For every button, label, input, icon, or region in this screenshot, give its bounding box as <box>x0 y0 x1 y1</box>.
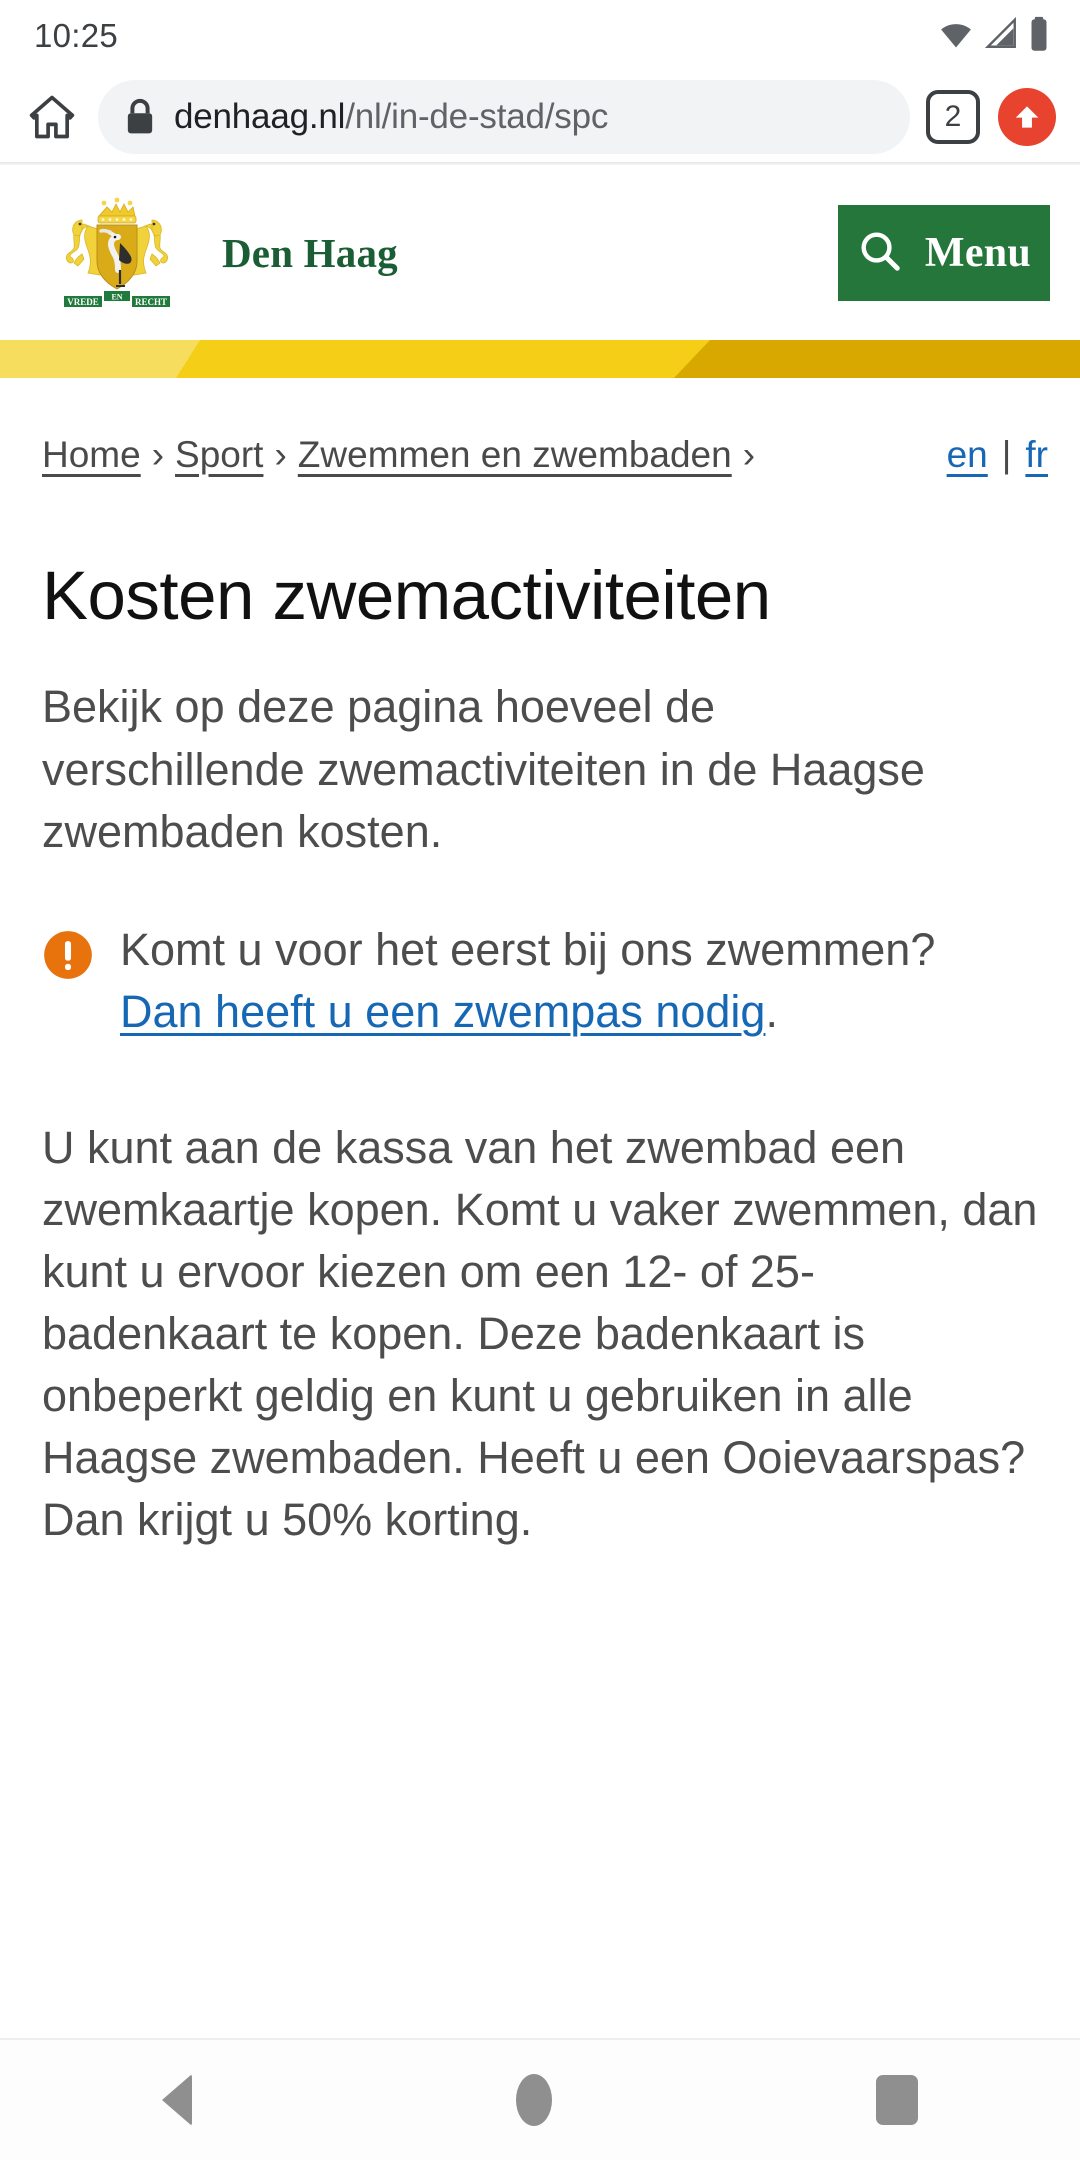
alert-exclamation-icon <box>42 929 94 981</box>
breadcrumb-item-sport[interactable]: Sport <box>175 434 263 476</box>
main-content: Kosten zwemactiviteiten Bekijk op deze p… <box>0 557 1080 1552</box>
breadcrumb-trailing-separator: › <box>742 434 756 475</box>
android-navigation-bar <box>0 2038 1080 2160</box>
url-path: /nl/in-de-stad/spc <box>345 97 609 136</box>
home-icon[interactable] <box>14 79 90 155</box>
breadcrumb-separator: › <box>274 434 287 475</box>
url-text: denhaag.nl/nl/in-de-stad/spc <box>174 97 608 137</box>
motto-banner: VREDE EN RECHT <box>64 291 170 307</box>
breadcrumb: Home › Sport › Zwemmen en zwembaden › en… <box>0 378 1080 476</box>
battery-icon <box>1028 16 1050 57</box>
browser-toolbar: denhaag.nl/nl/in-de-stad/spc 2 <box>0 72 1080 162</box>
page-title: Kosten zwemactiviteiten <box>42 557 771 634</box>
tab-switcher-button[interactable]: 2 <box>926 90 980 144</box>
search-icon <box>857 228 903 277</box>
recents-button[interactable] <box>876 2075 918 2125</box>
site-logo-link[interactable]: VREDE EN RECHT Den Haag <box>42 190 398 315</box>
notice-callout: Komt u voor het eerst bij ons zwemmen? D… <box>42 919 1038 1043</box>
gold-accent-stripe <box>0 340 1080 378</box>
motto-mid: EN <box>111 293 122 302</box>
lock-icon <box>124 98 156 136</box>
back-button[interactable] <box>162 2074 192 2126</box>
den-haag-coat-of-arms-icon: VREDE EN RECHT <box>64 197 170 307</box>
motto-right: RECHT <box>135 297 167 307</box>
status-clock: 10:25 <box>34 17 119 54</box>
notice-text: Komt u voor het eerst bij ons zwemmen? D… <box>120 919 1000 1043</box>
url-domain: denhaag.nl <box>174 97 346 136</box>
wifi-icon <box>936 17 976 56</box>
menu-button[interactable]: Menu <box>838 204 1050 301</box>
notice-text-before: Komt u voor het eerst bij ons zwemmen? <box>120 923 936 975</box>
status-bar: 10:25 <box>0 0 1080 72</box>
language-switcher: en | fr <box>947 434 1048 476</box>
breadcrumb-item-zwemmen-en-zwembaden[interactable]: Zwemmen en zwembaden <box>298 434 732 476</box>
language-link-fr[interactable]: fr <box>1025 434 1048 476</box>
site-name: Den Haag <box>222 229 398 276</box>
language-divider: | <box>1001 434 1012 475</box>
site-header: VREDE EN RECHT Den Haag Menu <box>0 165 1080 340</box>
crown <box>97 197 137 224</box>
language-link-en[interactable]: en <box>947 434 988 476</box>
home-button[interactable] <box>516 2074 552 2126</box>
notice-text-after: . <box>765 985 778 1037</box>
status-icon-group <box>936 16 1050 57</box>
motto-left: VREDE <box>67 297 99 307</box>
arrow-up-icon[interactable] <box>998 88 1056 146</box>
intro-paragraph: Bekijk op deze pagina hoeveel de verschi… <box>42 681 925 857</box>
breadcrumb-item-home[interactable]: Home <box>42 434 141 476</box>
url-bar[interactable]: denhaag.nl/nl/in-de-stad/spc <box>98 80 910 154</box>
menu-button-label: Menu <box>924 229 1032 276</box>
breadcrumb-separator: › <box>151 434 165 475</box>
body-paragraph: U kunt aan de kassa van het zwembad een … <box>42 1121 1038 1546</box>
cellular-signal-icon <box>983 16 1021 56</box>
zwempas-link[interactable]: Dan heeft u een zwempas nodig <box>120 986 765 1037</box>
